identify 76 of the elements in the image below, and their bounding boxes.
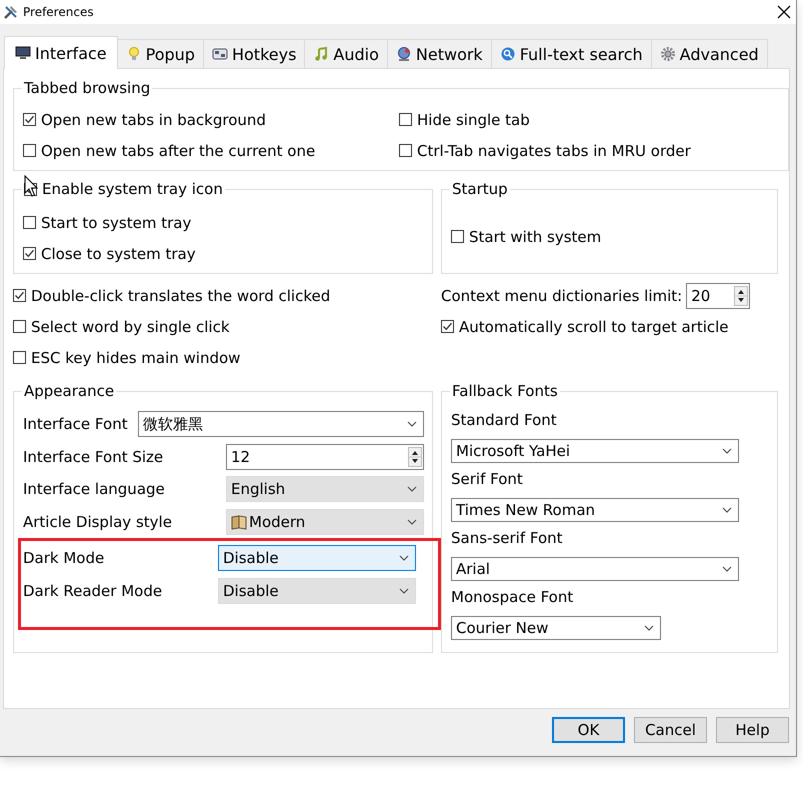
spin-arrows-icon[interactable] [734,286,748,306]
checkbox[interactable] [13,351,26,364]
checkbox[interactable] [441,320,454,333]
checkbox-label: Start with system [469,228,602,246]
checkbox-label: Select word by single click [31,318,230,336]
chevron-icon [407,421,417,428]
checkbox-label: Hide single tab [417,110,530,128]
checkbox[interactable] [23,113,36,126]
dropdown[interactable]: Modern [226,508,424,535]
field-label: Standard Font [451,410,558,430]
field-label: Interface Font [23,415,128,434]
search-icon [500,46,516,62]
checkbox-label: Start to system tray [41,214,192,232]
field-label: Interface Font Size [23,448,164,466]
close-icon[interactable] [777,5,791,19]
checkbox[interactable] [399,113,412,126]
field-label: Interface language [23,480,165,498]
cursor-icon [24,175,38,197]
spin-box[interactable]: 12 [226,444,424,470]
checkbox-label: ESC key hides main window [31,348,240,366]
dropdown[interactable]: Courier New [451,616,661,640]
dropdown[interactable]: Disable [218,545,416,572]
tab[interactable]: Interface [4,36,118,69]
spin-box[interactable]: 20 [686,282,750,308]
globe-icon [396,46,412,62]
checkbox-label: Double-click translates the word clicked [31,286,330,304]
dialog-button[interactable]: Cancel [634,717,707,743]
group-title: Appearance [23,381,116,401]
dialog-button[interactable]: Help [716,717,789,743]
checkbox[interactable] [23,216,36,229]
checkbox[interactable] [13,289,26,302]
checkbox-label: Enable system tray icon [42,179,223,199]
chevron-icon [399,555,409,562]
checkbox[interactable] [23,247,36,260]
dropdown[interactable]: 微软雅黑 [138,411,424,438]
field-label: Article Display style [23,512,172,531]
chevron-icon [722,448,732,454]
group-title: Fallback Fonts [451,381,559,401]
dropdown[interactable]: Disable [218,578,416,604]
chevron-icon [644,625,654,631]
group-title: Startup [451,179,509,199]
field-label: Serif Font [451,469,524,489]
field-label: Sans-serif Font [451,528,564,548]
checkbox[interactable] [451,230,464,243]
checkbox-label: Open new tabs after the current one [41,142,316,160]
checkbox-label: Close to system tray [41,244,196,262]
checkbox[interactable] [399,144,412,157]
dropdown[interactable]: Microsoft YaHei [451,439,739,463]
dropdown[interactable]: Times New Roman [451,498,739,522]
dialog-button[interactable]: OK [552,717,625,743]
chevron-icon [407,486,417,492]
checkbox-label: Automatically scroll to target article [459,318,729,336]
chevron-icon [722,507,732,513]
spin-arrows-icon[interactable] [408,446,422,467]
checkbox-label: Ctrl-Tab navigates tabs in MRU order [417,142,691,160]
chevron-icon [722,566,732,572]
checkbox[interactable] [13,320,26,333]
tab[interactable]: Advanced [650,39,768,68]
book-icon [231,514,247,530]
chevron-icon [399,588,409,594]
field-label: Context menu dictionaries limit: [441,286,682,304]
window-title: Preferences [23,5,95,19]
monitor-icon [15,45,31,61]
field-label: Monospace Font [451,587,574,607]
chevron-icon [407,518,417,525]
keyboard-icon [212,46,228,62]
field-label: Dark Mode [23,549,104,568]
group-title: Tabbed browsing [23,78,152,98]
tools-icon [3,4,19,20]
field-label: Dark Reader Mode [23,582,162,600]
gear-icon [660,46,676,62]
checkbox-label: Open new tabs in background [41,110,266,128]
music-note-icon [313,46,330,62]
checkbox[interactable] [23,144,36,157]
dropdown[interactable]: Arial [451,557,739,581]
dropdown[interactable]: English [226,476,424,502]
